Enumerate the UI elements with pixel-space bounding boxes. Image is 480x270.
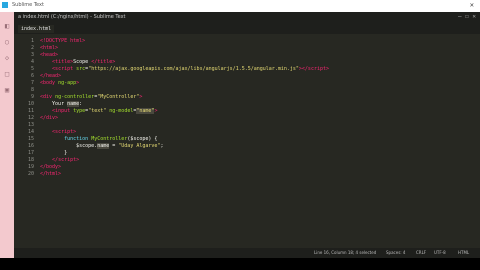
line-number: 13 — [27, 122, 34, 128]
line-code[interactable]: function MyController($scope) { — [40, 136, 157, 143]
line-number: 5 — [30, 66, 34, 72]
line-number: 8 — [30, 87, 34, 93]
title-bar: a index.html (C:/nginx/html) - Sublime T… — [14, 12, 480, 24]
debug-icon[interactable]: □ — [3, 70, 11, 78]
activity-bar: ◧ ○ ◇ □ ▣ — [0, 12, 14, 258]
line-code[interactable]: </html> — [40, 171, 61, 178]
screen: Sublime Text ✕ ◧ ○ ◇ □ ▣ a index.html (C… — [0, 0, 480, 270]
line-number: 20 — [27, 171, 34, 177]
line-number: 15 — [27, 136, 34, 142]
line-number: 3 — [30, 52, 34, 58]
letterbox-bottom — [0, 258, 480, 270]
line-number: 2 — [30, 45, 34, 51]
line-number: 1 — [30, 38, 34, 44]
search-icon[interactable]: ○ — [3, 38, 11, 46]
line-code[interactable]: <body ng-app> — [40, 80, 79, 87]
top-strip: Sublime Text ✕ — [0, 0, 480, 12]
line-number: 6 — [30, 73, 34, 79]
line-number: 14 — [27, 129, 34, 135]
cursor-position[interactable]: Line 16, Column 18; 4 selected — [314, 250, 376, 255]
extensions-icon[interactable]: ▣ — [3, 86, 11, 94]
window-title: a index.html (C:/nginx/html) - Sublime T… — [18, 14, 126, 20]
git-icon[interactable]: ◇ — [3, 54, 11, 62]
line-code[interactable]: <script src="https://ajax.googleapis.com… — [40, 66, 329, 73]
line-code[interactable]: </script> — [40, 157, 79, 164]
code-editor[interactable]: 1 <!DOCTYPE html> 2 <html> 3 <head> 4 <title>S… — [14, 34, 480, 248]
status-bar: Line 16, Column 18; 4 selected Spaces: 4… — [14, 248, 480, 258]
line-code[interactable]: </div> — [40, 115, 58, 122]
indent-setting[interactable]: Spaces: 4 — [386, 250, 405, 255]
line-code[interactable]: <!DOCTYPE html> — [40, 38, 85, 45]
line-code[interactable]: <div ng-controller="MyController"> — [40, 94, 142, 101]
line-number: 19 — [27, 164, 34, 170]
line-number: 12 — [27, 115, 34, 121]
close-icon[interactable]: ✕ — [470, 1, 474, 9]
line-number: 18 — [27, 157, 34, 163]
tab-index-html[interactable]: index.html — [18, 25, 55, 33]
syntax-mode[interactable]: HTML — [458, 250, 469, 255]
line-code[interactable]: <head> — [40, 52, 58, 59]
line-ending[interactable]: CRLF — [416, 250, 426, 255]
line-number: 10 — [27, 101, 34, 107]
line-code[interactable]: </body> — [40, 164, 61, 171]
line-code[interactable]: Your name: — [40, 101, 82, 108]
line-code[interactable]: </head> — [40, 73, 61, 80]
line-code[interactable]: $scope.name = "Uday Algarve"; — [40, 143, 163, 150]
top-strip-title: Sublime Text — [12, 2, 44, 8]
line-code[interactable]: <input type="text" ng-model="name"> — [40, 108, 157, 115]
line-number: 9 — [30, 94, 34, 100]
tab-bar: index.html — [14, 24, 480, 34]
line-number: 7 — [30, 80, 34, 86]
window-controls[interactable]: — ☐ ✕ — [458, 13, 476, 20]
line-number: 16 — [27, 143, 34, 149]
line-number: 4 — [30, 59, 34, 65]
line-code[interactable]: } — [40, 150, 67, 157]
line-number: 11 — [27, 108, 34, 114]
line-code[interactable]: <title>Scope </title> — [40, 59, 115, 66]
line-code[interactable]: <script> — [40, 129, 76, 136]
line-number: 17 — [27, 150, 34, 156]
line-code[interactable]: <html> — [40, 45, 58, 52]
app-logo-icon — [2, 2, 8, 8]
file-icon[interactable]: ◧ — [3, 22, 11, 30]
editor-window: a index.html (C:/nginx/html) - Sublime T… — [14, 12, 480, 258]
encoding[interactable]: UTF-8 — [434, 250, 446, 255]
